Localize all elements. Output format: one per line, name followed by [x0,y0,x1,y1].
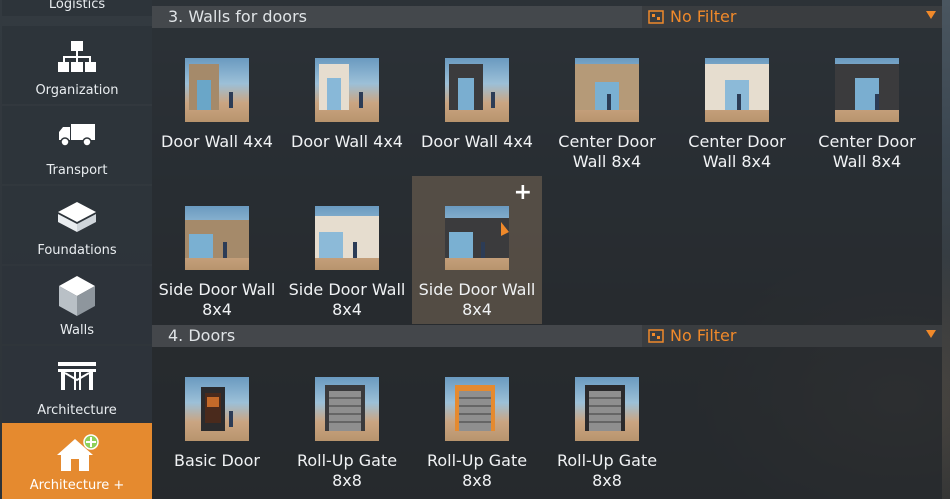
catalog-item[interactable]: Side Door Wall 8x4 [282,176,412,324]
filter-label: No Filter [670,326,737,345]
catalog-item[interactable]: Door Wall 4x4 [152,28,282,176]
chevron-down-icon [926,11,936,19]
sidebar-item-architecture[interactable]: Architecture [2,346,152,424]
item-thumbnail [445,58,509,122]
catalog-panel: 3. Walls for doors No Filter Door Wall 4… [152,0,942,499]
item-label: Door Wall 4x4 [291,132,403,151]
filter-dropdown[interactable]: No Filter [642,6,942,28]
catalog-item[interactable]: Center Door Wall 8x4 [802,28,932,176]
sidebar-item-logistics[interactable]: Logistics [2,0,152,16]
house-plus-icon [55,433,99,477]
item-label: Roll-Up Gate 8x8 [556,451,658,490]
sidebar-item-foundations[interactable]: Foundations [2,186,152,264]
sidebar-item-label: Architecture + [29,478,125,493]
item-thumbnail [575,58,639,122]
item-thumbnail [575,377,639,441]
sidebar-item-label: Foundations [37,243,117,258]
item-thumbnail [445,377,509,441]
item-thumbnail [315,58,379,122]
add-icon[interactable]: + [514,180,532,205]
item-label: Door Wall 4x4 [421,132,533,151]
sidebar-item-architecture-plus[interactable]: Architecture + [2,423,152,499]
org-chart-icon [58,40,96,78]
item-label: Side Door Wall 8x4 [418,280,536,319]
foundation-icon [56,200,98,238]
filter-label: No Filter [670,7,737,26]
sidebar-item-label: Organization [35,83,119,98]
catalog-item[interactable]: Roll-Up Gate 8x8 [412,347,542,495]
filter-icon [648,9,664,28]
architecture-icon [57,360,97,396]
sidebar-item-label: Logistics [48,0,106,12]
catalog-item[interactable]: Center Door Wall 8x4 [672,28,802,176]
sidebar-item-transport[interactable]: Transport [2,106,152,184]
catalog-item[interactable]: Door Wall 4x4 [412,28,542,176]
filter-dropdown[interactable]: No Filter [642,325,942,347]
item-label: Roll-Up Gate 8x8 [426,451,528,490]
truck-icon [57,120,97,154]
catalog-item[interactable]: Basic Door [152,347,282,495]
catalog-item[interactable]: Roll-Up Gate 8x8 [282,347,412,495]
item-label: Door Wall 4x4 [161,132,273,151]
catalog-item[interactable]: Side Door Wall 8x4 [152,176,282,324]
section-title: 3. Walls for doors [168,7,307,26]
sidebar-item-label: Transport [46,163,108,178]
section-header-walls-for-doors: 3. Walls for doors No Filter [152,6,942,28]
item-thumbnail [315,206,379,270]
category-sidebar: Logistics Organization Transport Foundat… [0,0,152,499]
sidebar-item-label: Walls [60,323,94,338]
item-label: Roll-Up Gate 8x8 [296,451,398,490]
item-thumbnail [705,58,769,122]
filter-icon [648,328,664,347]
section-title: 4. Doors [168,326,236,345]
catalog-item[interactable]: Roll-Up Gate 8x8 [542,347,672,495]
item-thumbnail [185,58,249,122]
item-label: Center Door Wall 8x4 [688,132,786,171]
item-label: Center Door Wall 8x4 [818,132,916,171]
item-thumbnail [185,377,249,441]
item-label: Center Door Wall 8x4 [558,132,656,171]
catalog-item[interactable]: Center Door Wall 8x4 [542,28,672,176]
sidebar-item-organization[interactable]: Organization [2,26,152,104]
chevron-down-icon [926,330,936,338]
item-thumbnail [185,206,249,270]
section-header-doors: 4. Doors No Filter [152,325,942,347]
item-label: Basic Door [174,451,260,470]
item-thumbnail [445,206,509,270]
sidebar-item-label: Architecture [37,403,117,418]
item-label: Side Door Wall 8x4 [158,280,276,319]
item-label: Side Door Wall 8x4 [288,280,406,319]
item-thumbnail [315,377,379,441]
item-thumbnail [835,58,899,122]
sidebar-item-walls[interactable]: Walls [2,266,152,344]
catalog-item-selected[interactable]: + Side Door Wall 8x4 [412,176,542,324]
walls-icon [57,274,97,322]
catalog-item[interactable]: Door Wall 4x4 [282,28,412,176]
